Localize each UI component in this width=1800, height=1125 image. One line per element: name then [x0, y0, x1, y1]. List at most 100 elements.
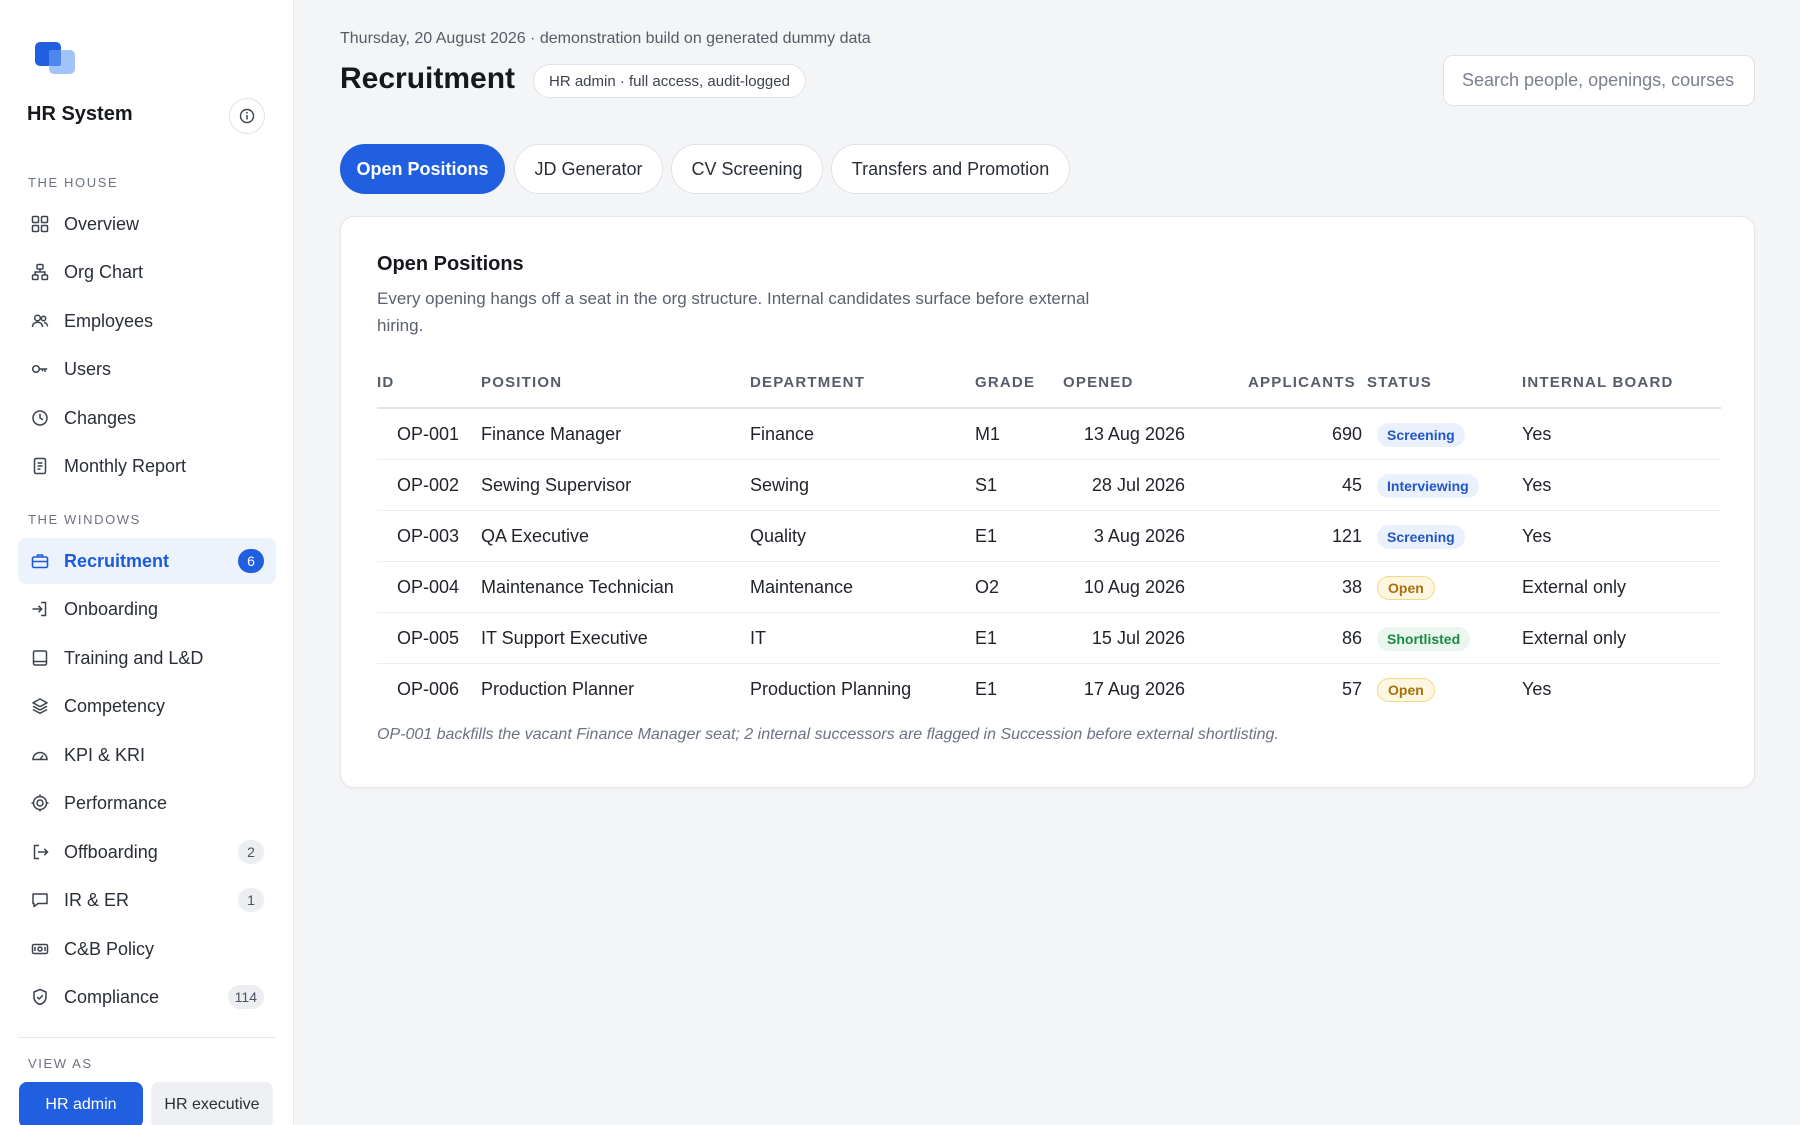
tab-cv-screening[interactable]: CV Screening — [671, 144, 823, 194]
table-row[interactable]: OP-005 IT Support Executive IT E1 15 Jul… — [377, 613, 1721, 664]
column-header-internal-board: INTERNAL BOARD — [1522, 374, 1674, 391]
row-grade: M1 — [975, 424, 1001, 444]
row-id: OP-001 — [397, 424, 460, 444]
table-row[interactable]: OP-003 QA Executive Quality E1 3 Aug 202… — [377, 511, 1721, 562]
table-row[interactable]: OP-004 Maintenance Technician Maintenanc… — [377, 562, 1721, 613]
sidebar-item-recruitment[interactable]: Recruitment 6 — [18, 538, 276, 584]
card-title: Open Positions — [377, 253, 524, 275]
row-position: Sewing Supervisor — [481, 475, 632, 495]
row-internal-board: External only — [1522, 577, 1627, 597]
sidebar-item-label: Employees — [64, 310, 154, 331]
row-grade: E1 — [975, 679, 998, 699]
sidebar-item-competency[interactable]: Competency — [18, 683, 276, 729]
sidebar-item-cb-policy[interactable]: C&B Policy — [18, 926, 276, 972]
row-applicants: 690 — [1331, 424, 1362, 444]
count-badge: 114 — [227, 985, 264, 1009]
logout-icon — [30, 842, 50, 862]
info-button[interactable] — [229, 98, 265, 134]
sidebar-item-overview[interactable]: Overview — [18, 201, 276, 247]
status-badge: Screening — [1377, 524, 1465, 549]
gauge-icon — [30, 745, 50, 765]
sidebar-item-label: Compliance — [64, 986, 160, 1007]
money-icon — [30, 939, 50, 959]
key-icon — [30, 359, 50, 379]
sidebar-item-offboarding[interactable]: Offboarding 2 — [18, 829, 276, 875]
app-title: HR System — [27, 103, 133, 125]
sidebar-item-ir-er[interactable]: IR & ER 1 — [18, 877, 276, 923]
row-grade: E1 — [975, 628, 998, 648]
sidebar-item-kpi-kri[interactable]: KPI & KRI — [18, 732, 276, 778]
row-department: Quality — [750, 526, 807, 546]
table-row[interactable]: OP-002 Sewing Supervisor Sewing S1 28 Ju… — [377, 460, 1721, 511]
row-id: OP-002 — [397, 475, 460, 495]
sidebar-item-label: Monthly Report — [64, 455, 187, 476]
status-badge: Shortlisted — [1377, 626, 1471, 651]
info-icon — [239, 108, 255, 124]
row-id: OP-006 — [397, 679, 460, 699]
table-row[interactable]: OP-001 Finance Manager Finance M1 13 Aug… — [377, 409, 1721, 460]
sidebar-item-label: Performance — [64, 792, 168, 813]
row-grade: S1 — [975, 475, 998, 495]
count-badge: 2 — [238, 840, 264, 864]
table-row[interactable]: OP-006 Production Planner Production Pla… — [377, 664, 1721, 715]
row-grade: E1 — [975, 526, 998, 546]
sidebar-item-compliance[interactable]: Compliance 114 — [18, 974, 276, 1020]
row-id: OP-004 — [397, 577, 460, 597]
row-applicants: 57 — [1341, 679, 1362, 699]
row-internal-board: Yes — [1522, 679, 1552, 699]
row-opened: 10 Aug 2026 — [1083, 577, 1185, 597]
count-badge: 1 — [238, 888, 264, 912]
shield-icon — [30, 987, 50, 1007]
sidebar-item-users[interactable]: Users — [18, 346, 276, 392]
section-label-view-as: VIEW AS — [28, 1056, 93, 1071]
org-chart-icon — [30, 262, 50, 282]
section-label-windows: THE WINDOWS — [28, 512, 141, 527]
row-department: Production Planning — [750, 679, 912, 699]
row-id: OP-005 — [397, 628, 460, 648]
sidebar-item-label: Recruitment — [64, 550, 170, 571]
tab-transfers-promotion[interactable]: Transfers and Promotion — [831, 144, 1070, 194]
view-as-hr-executive-button[interactable]: HR executive — [151, 1082, 273, 1125]
target-icon — [30, 793, 50, 813]
sidebar-item-changes[interactable]: Changes — [18, 395, 276, 441]
sidebar-item-onboarding[interactable]: Onboarding — [18, 586, 276, 632]
sidebar-item-training[interactable]: Training and L&D — [18, 635, 276, 681]
sidebar-item-label: Changes — [64, 407, 137, 428]
sidebar-item-monthly-report[interactable]: Monthly Report — [18, 443, 276, 489]
grid-icon — [30, 214, 50, 234]
login-icon — [30, 599, 50, 619]
tab-open-positions[interactable]: Open Positions — [340, 144, 505, 194]
row-applicants: 38 — [1341, 577, 1362, 597]
section-label-house: THE HOUSE — [28, 175, 119, 190]
column-header-opened: OPENED — [1063, 374, 1134, 391]
sidebar: HR System THE HOUSE Overview Org Chart E… — [0, 0, 294, 1125]
status-badge: Interviewing — [1377, 473, 1479, 498]
sidebar-item-org-chart[interactable]: Org Chart — [18, 249, 276, 295]
date-meta: Thursday, 20 August 2026 · demonstration… — [340, 30, 871, 47]
status-badge: Open — [1377, 575, 1435, 600]
app-logo-icon — [35, 40, 77, 76]
row-internal-board: Yes — [1522, 424, 1552, 444]
view-as-hr-admin-button[interactable]: HR admin — [19, 1082, 143, 1125]
sidebar-item-performance[interactable]: Performance — [18, 780, 276, 826]
page-title: Recruitment — [340, 62, 516, 95]
column-header-grade: GRADE — [975, 374, 1036, 391]
status-badge: Open — [1377, 677, 1435, 702]
search-input[interactable] — [1443, 55, 1755, 106]
table-footnote: OP-001 backfills the vacant Finance Mana… — [377, 726, 1279, 743]
column-header-id: ID — [377, 374, 395, 391]
sidebar-item-employees[interactable]: Employees — [18, 298, 276, 344]
row-opened: 28 Jul 2026 — [1091, 475, 1185, 495]
users-icon — [30, 311, 50, 331]
clock-icon — [30, 408, 50, 428]
row-position: Maintenance Technician — [481, 577, 674, 597]
briefcase-icon — [30, 551, 50, 571]
row-applicants: 45 — [1341, 475, 1362, 495]
book-icon — [30, 648, 50, 668]
sidebar-item-label: Overview — [64, 213, 140, 234]
tab-jd-generator[interactable]: JD Generator — [514, 144, 663, 194]
row-position: Production Planner — [481, 679, 635, 699]
row-internal-board: Yes — [1522, 475, 1552, 495]
row-id: OP-003 — [397, 526, 460, 546]
sidebar-item-label: Onboarding — [64, 598, 159, 619]
